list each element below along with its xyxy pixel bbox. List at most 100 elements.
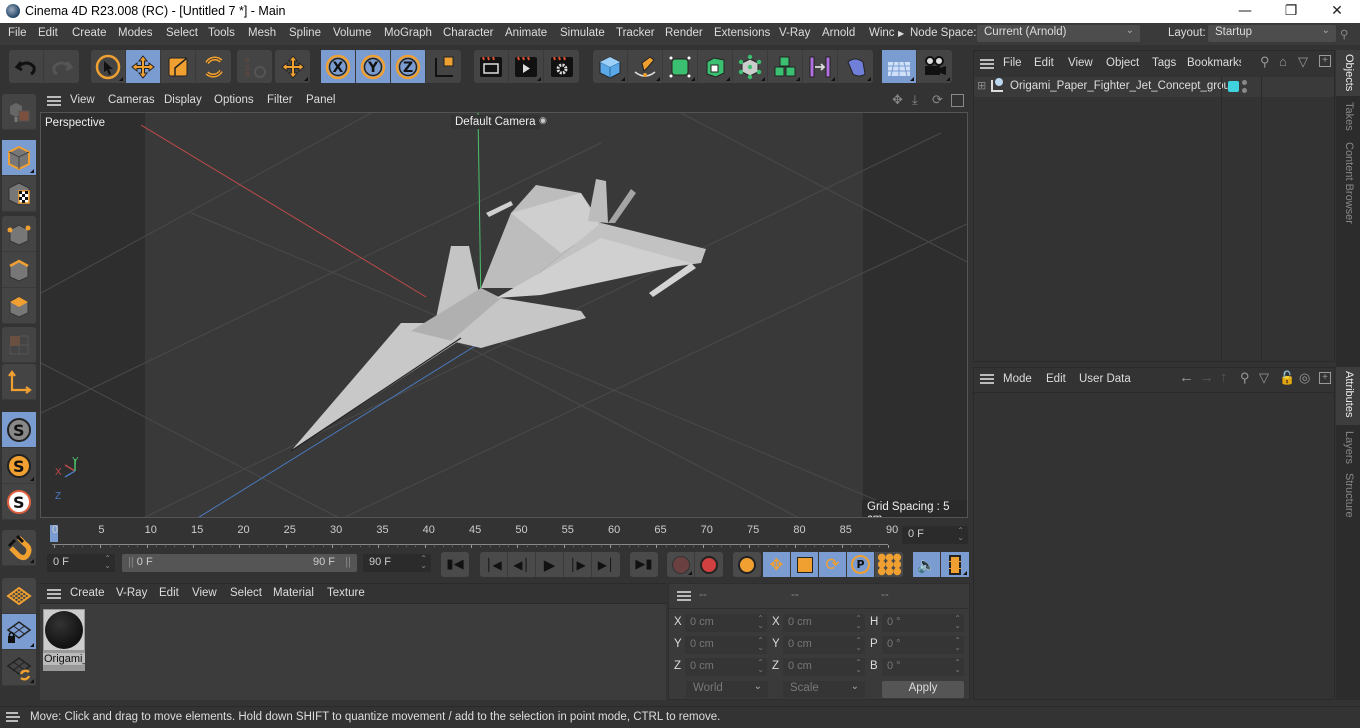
point-level-key-button[interactable]: ●●● ●●● ●●● — [875, 552, 903, 577]
goto-previous-key-button[interactable]: │◀ — [480, 552, 508, 577]
make-editable-button[interactable] — [2, 94, 36, 130]
menu-overflow-arrow-icon[interactable]: ▶ — [898, 29, 904, 38]
material-menu-select[interactable]: Select — [230, 587, 262, 599]
object-row[interactable]: ⊞ Origami_Paper_Fighter_Jet_Concept_grou… — [974, 77, 1334, 97]
size-x-field[interactable]: 0 cm ⌃ ⌄ — [783, 614, 865, 632]
spinner-icon[interactable]: ⌃ ⌄ — [954, 615, 961, 630]
search-icon[interactable]: ⚲ — [1340, 27, 1348, 41]
apply-button[interactable]: Apply — [882, 681, 964, 698]
x-axis-button[interactable]: X — [321, 50, 356, 83]
range-handle-right-icon[interactable]: || — [345, 556, 351, 568]
menu-simulate[interactable]: Simulate — [560, 27, 605, 39]
deformer-button[interactable] — [838, 50, 873, 83]
live-selection-button[interactable] — [91, 50, 126, 83]
enable-axis-button[interactable] — [2, 364, 36, 400]
back-arrow-icon[interactable]: ← — [1179, 369, 1194, 386]
object-menu-tags[interactable]: Tags — [1152, 57, 1176, 69]
search-icon[interactable]: ⚲ — [1260, 54, 1270, 70]
viewport-menu-panel[interactable]: Panel — [306, 94, 335, 106]
undo-button[interactable] — [9, 50, 44, 83]
spinner-icon[interactable]: ⌃ ⌄ — [855, 637, 862, 652]
object-name[interactable]: Origami_Paper_Fighter_Jet_Concept_group — [1010, 80, 1236, 92]
viewport-menu-display[interactable]: Display — [164, 94, 202, 106]
film-button[interactable] — [941, 552, 969, 577]
viewport-menu-filter[interactable]: Filter — [267, 94, 293, 106]
maximize-button[interactable]: ❐ — [1268, 0, 1314, 23]
hamburger-menu-icon[interactable] — [47, 96, 61, 106]
scale-key-button[interactable] — [791, 552, 819, 577]
filter-icon[interactable]: ▽ — [1298, 54, 1308, 70]
hamburger-menu-icon[interactable] — [6, 712, 20, 722]
hamburger-menu-icon[interactable] — [980, 59, 994, 69]
menu-vray[interactable]: V-Ray — [779, 27, 810, 39]
mograph-cloner-button[interactable] — [733, 50, 768, 83]
texture-mode-button[interactable] — [2, 176, 36, 212]
material-menu-texture[interactable]: Texture — [327, 587, 365, 599]
goto-next-key-button[interactable]: ▶│ — [592, 552, 620, 577]
material-menu-create[interactable]: Create — [70, 587, 105, 599]
size-z-field[interactable]: 0 cm ⌃ ⌄ — [783, 658, 865, 676]
spinner-icon[interactable]: ⌃ ⌄ — [957, 527, 964, 542]
tab-attributes[interactable]: Attributes — [1336, 367, 1360, 425]
snap-button[interactable] — [2, 530, 36, 566]
new-window-icon[interactable]: + — [1319, 372, 1331, 384]
visibility-editor-dot[interactable] — [1242, 80, 1247, 85]
uv-mode-button[interactable] — [2, 327, 36, 363]
spinner-icon[interactable]: ⌃ ⌄ — [757, 659, 764, 674]
subdivision-button[interactable] — [663, 50, 698, 83]
new-window-icon[interactable]: + — [1319, 55, 1331, 67]
polygons-mode-button[interactable] — [2, 288, 36, 324]
close-button[interactable]: ✕ — [1314, 0, 1360, 23]
floor-button[interactable] — [882, 50, 917, 83]
camera-button[interactable] — [917, 50, 952, 83]
rotate-button[interactable] — [196, 50, 231, 83]
home-icon[interactable]: ⌂ — [1279, 54, 1287, 69]
menu-select[interactable]: Select — [166, 27, 198, 39]
object-menu-edit[interactable]: Edit — [1034, 57, 1054, 69]
tab-content-browser[interactable]: Content Browser — [1336, 138, 1360, 228]
position-y-field[interactable]: 0 cm ⌃ ⌄ — [685, 636, 767, 654]
move-button[interactable] — [126, 50, 161, 83]
rotation-b-field[interactable]: 0 ° ⌃ ⌄ — [882, 658, 964, 676]
sound-button[interactable]: 🔈 — [913, 552, 941, 577]
3d-viewport[interactable]: Perspective Default Camera ◉ X Y Z Grid … — [40, 112, 968, 518]
end-frame-field[interactable]: 90 F ⌃ ⌄ — [363, 554, 431, 572]
tab-takes[interactable]: Takes — [1336, 98, 1360, 138]
spinner-icon[interactable]: ⌃ ⌄ — [954, 659, 961, 674]
object-menu-view[interactable]: View — [1068, 57, 1093, 69]
solo-single-button[interactable]: S — [2, 448, 36, 484]
viewport-menu-cameras[interactable]: Cameras — [108, 94, 155, 106]
attribute-menu-mode[interactable]: Mode — [1003, 373, 1032, 385]
bend-deformer-button[interactable] — [803, 50, 838, 83]
spinner-icon[interactable]: ⌃ ⌄ — [757, 615, 764, 630]
keyframe-selection-button[interactable] — [733, 552, 761, 577]
goto-end-button[interactable]: ▶▮ — [630, 552, 658, 577]
rotate-view-icon[interactable]: ⟳ — [932, 92, 943, 108]
target-icon[interactable]: ◎ — [1299, 370, 1310, 386]
spinner-icon[interactable]: ⌃ ⌄ — [420, 555, 427, 570]
search-icon[interactable]: ⚲ — [1240, 370, 1250, 386]
position-key-button[interactable]: ✥ — [763, 552, 791, 577]
object-menu-file[interactable]: File — [1003, 57, 1022, 69]
menu-modes[interactable]: Modes — [118, 27, 153, 39]
menu-animate[interactable]: Animate — [505, 27, 547, 39]
timeline-ruler[interactable]: 0 5 10 15 20 25 30 35 40 45 50 55 60 65 70 75 80 85 90 0 F… — [40, 520, 968, 548]
viewport-menu-view[interactable]: View — [70, 94, 95, 106]
object-menu-object[interactable]: Object — [1106, 57, 1139, 69]
goto-start-button[interactable]: ▮◀ — [441, 552, 469, 577]
start-frame-field[interactable]: 0 F ⌃ ⌄ — [47, 554, 115, 572]
minimize-button[interactable]: — — [1222, 0, 1268, 23]
menu-file[interactable]: File — [8, 27, 27, 39]
record-active-objects-button[interactable] — [667, 552, 695, 577]
menu-tracker[interactable]: Tracker — [616, 27, 655, 39]
range-handle-left-icon[interactable]: || — [128, 556, 134, 568]
visibility-render-dot[interactable] — [1242, 88, 1247, 93]
hamburger-menu-icon[interactable] — [677, 591, 691, 601]
current-frame-field[interactable]: 0 F ⌃ ⌄ — [902, 526, 968, 544]
spinner-icon[interactable]: ⌃ ⌄ — [855, 615, 862, 630]
node-space-dropdown[interactable]: Current (Arnold) ⌄ — [977, 25, 1140, 42]
tab-structure[interactable]: Structure — [1336, 469, 1360, 525]
menu-window[interactable]: Winc — [869, 27, 895, 39]
spinner-icon[interactable]: ⌃ ⌄ — [104, 555, 111, 570]
autokey-button[interactable] — [695, 552, 723, 577]
